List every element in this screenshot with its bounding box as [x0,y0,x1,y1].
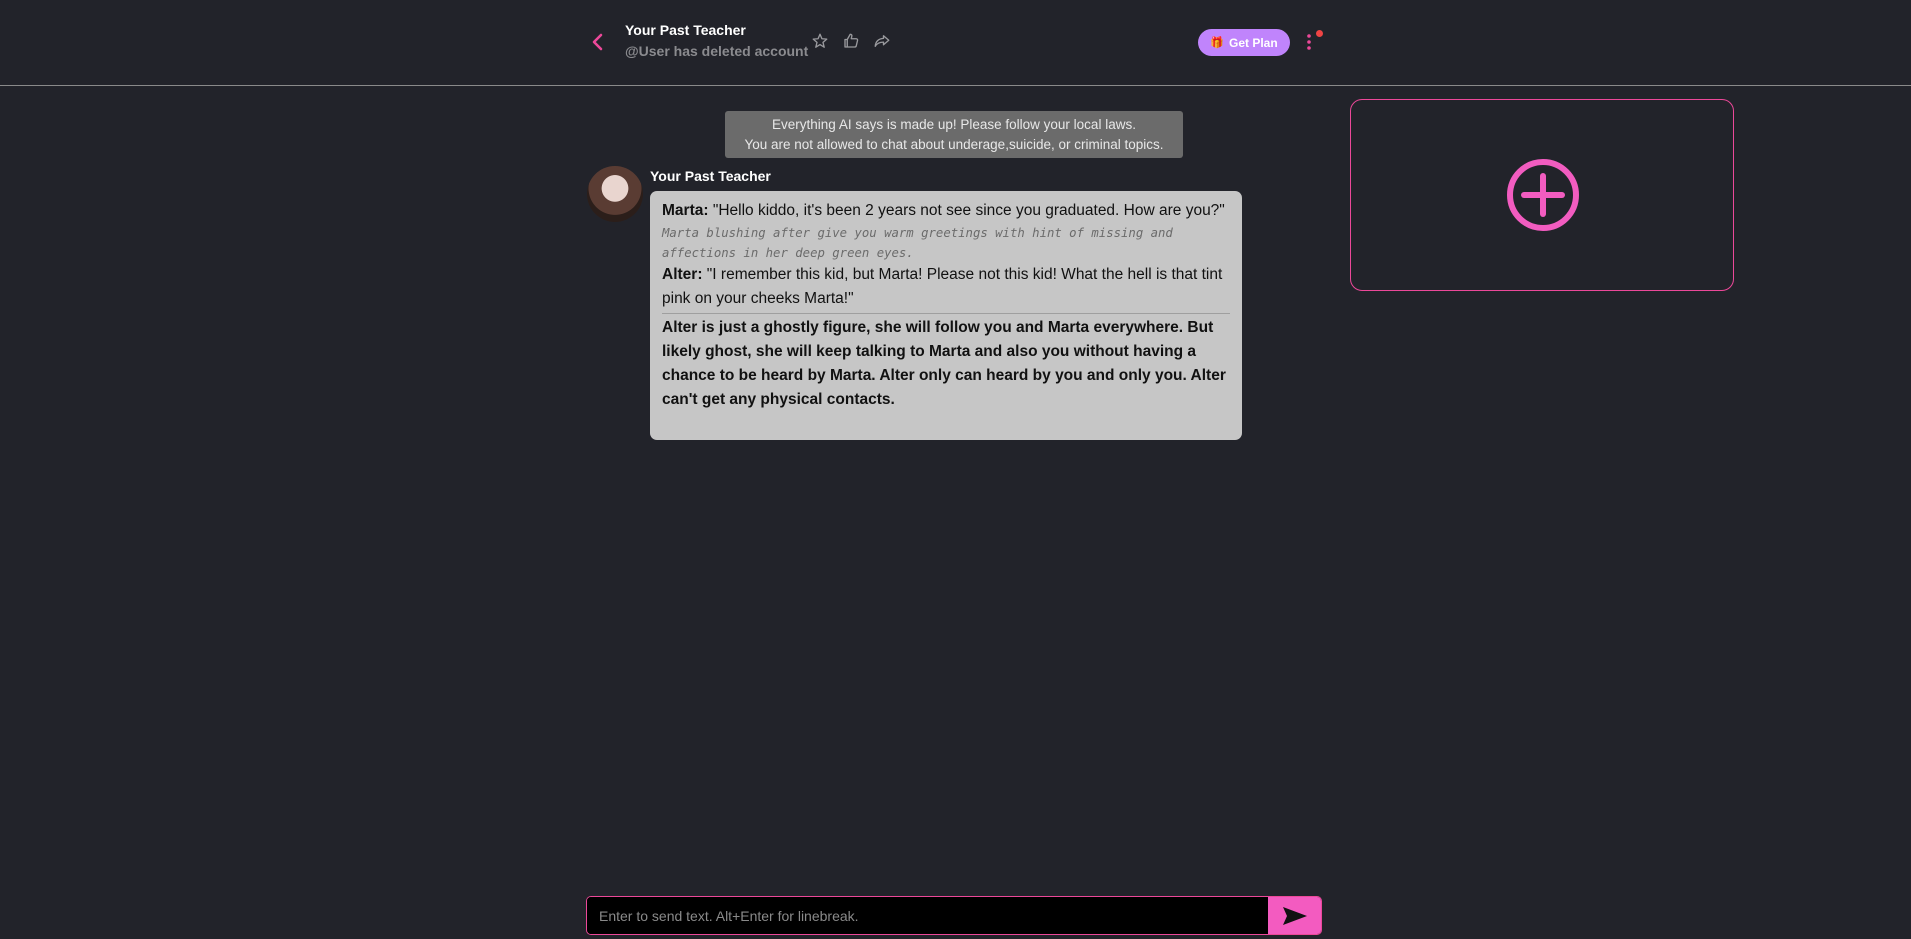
character-title: Your Past Teacher [625,22,746,38]
disclaimer-banner: Everything AI says is made up! Please fo… [725,111,1183,158]
narration-text: Marta blushing after give you warm greet… [662,226,1173,260]
add-panel[interactable] [1350,99,1734,291]
chat-header: Your Past Teacher @User has deleted acco… [0,0,1911,86]
message-input[interactable] [587,897,1267,934]
message-bubble: Marta: "Hello kiddo, it's been 2 years n… [650,191,1242,440]
message-author: Your Past Teacher [650,168,771,184]
share-icon[interactable] [873,32,891,50]
divider [662,313,1230,314]
scenario-note: Alter is just a ghostly figure, she will… [662,319,1226,408]
get-plan-label: Get Plan [1229,35,1278,50]
marta-dialogue: "Hello kiddo, it's been 2 years not see … [708,202,1225,219]
gift-icon: 🎁 [1210,37,1224,49]
avatar[interactable] [587,166,643,222]
disclaimer-line-1: Everything AI says is made up! Please fo… [772,117,1136,132]
speaker-marta: Marta: [662,202,709,219]
alter-line: Alter: "I remember this kid, but Marta! … [662,263,1230,311]
chevron-left-icon[interactable] [588,30,608,54]
marta-line: Marta: "Hello kiddo, it's been 2 years n… [662,199,1230,223]
get-plan-button[interactable]: 🎁 Get Plan [1198,29,1290,56]
send-icon [1283,906,1307,925]
disclaimer-line-2: You are not allowed to chat about undera… [744,137,1164,152]
send-button[interactable] [1268,897,1321,934]
thumbs-up-icon[interactable] [842,32,860,50]
speaker-alter: Alter: [662,266,703,283]
plus-circle-icon [1507,159,1579,231]
composer [586,896,1322,935]
notification-dot [1316,30,1323,37]
alter-dialogue: "I remember this kid, but Marta! Please … [662,266,1223,307]
star-icon[interactable] [811,32,829,50]
creator-handle[interactable]: @User has deleted account [625,43,808,59]
